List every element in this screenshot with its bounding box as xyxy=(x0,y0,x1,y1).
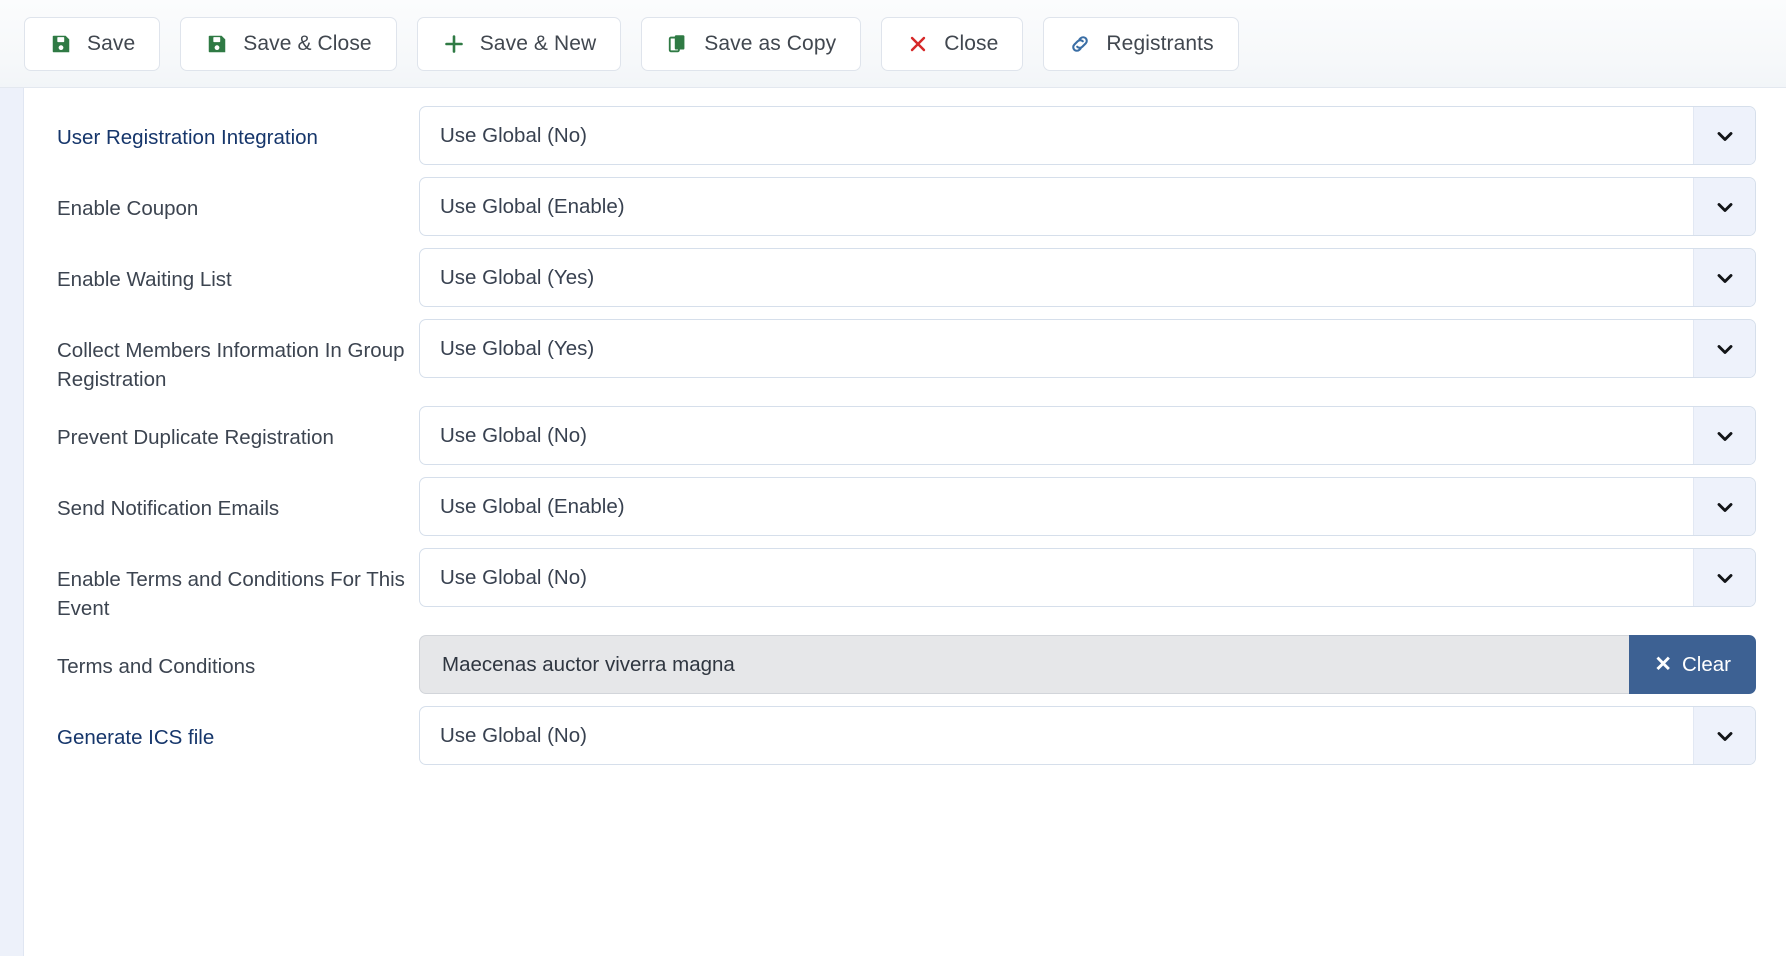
floppy-disk-icon xyxy=(205,32,229,56)
toolbar-button-save-as-copy[interactable]: Save as Copy xyxy=(641,16,862,71)
toolbar-button-save-new[interactable]: Save & New xyxy=(416,16,622,71)
readonly-input-terms-and-conditions[interactable]: Maecenas auctor viverra magna xyxy=(419,635,1630,694)
left-rail xyxy=(0,88,24,956)
chevron-down-icon[interactable] xyxy=(1693,107,1755,164)
select-collect-members-information-in-group-registration[interactable]: Use Global (Yes) xyxy=(419,319,1756,378)
select-user-registration-integration[interactable]: Use Global (No) xyxy=(419,106,1756,165)
select-enable-terms-and-conditions-for-this-event[interactable]: Use Global (No) xyxy=(419,548,1756,607)
editor-toolbar: Save Save & Close Save & New Save as Copy Cl… xyxy=(0,0,1786,88)
select-value: Use Global (No) xyxy=(440,123,587,147)
form-field-prevent-duplicate-registration: Use Global (No) xyxy=(419,406,1756,465)
chevron-down-icon[interactable] xyxy=(1693,707,1755,764)
form-label-terms-and-conditions: Terms and Conditions xyxy=(57,655,256,678)
form-field-terms-and-conditions: Maecenas auctor viverra magna ✕ Clear xyxy=(419,635,1756,694)
form-row-prevent-duplicate-registration: Prevent Duplicate Registration Use Global… xyxy=(57,406,1756,465)
chevron-down-icon[interactable] xyxy=(1693,249,1755,306)
toolbar-button-label: Save & New xyxy=(479,31,597,55)
form-label-collect-members-information-in-group-registration: Collect Members Information In Group Reg… xyxy=(57,339,405,391)
form-field-generate-ics-file: Use Global (No) xyxy=(419,706,1756,765)
form-field-enable-waiting-list: Use Global (Yes) xyxy=(419,248,1756,307)
form-row-enable-terms-and-conditions-for-this-event: Enable Terms and Conditions For This Eve… xyxy=(57,548,1756,623)
copy-icon xyxy=(666,32,690,56)
form-row-send-notification-emails: Send Notification Emails Use Global (Enab… xyxy=(57,477,1756,536)
toolbar-button-label: Close xyxy=(944,31,999,55)
form-row-enable-coupon: Enable Coupon Use Global (Enable) xyxy=(57,177,1756,236)
toolbar-button-label: Registrants xyxy=(1106,31,1214,55)
form-row-enable-waiting-list: Enable Waiting List Use Global (Yes) xyxy=(57,248,1756,307)
select-value: Use Global (Yes) xyxy=(440,265,595,289)
toolbar-button-label: Save & Close xyxy=(243,31,372,55)
close-x-icon: ✕ xyxy=(1654,653,1672,676)
clear-button[interactable]: ✕ Clear xyxy=(1629,635,1756,694)
select-value: Use Global (No) xyxy=(440,423,587,447)
chevron-down-icon[interactable] xyxy=(1693,549,1755,606)
chevron-down-icon[interactable] xyxy=(1693,178,1755,235)
readonly-input-group-terms-and-conditions: Maecenas auctor viverra magna ✕ Clear xyxy=(419,635,1756,694)
select-enable-coupon[interactable]: Use Global (Enable) xyxy=(419,177,1756,236)
form-row-terms-and-conditions: Terms and Conditions Maecenas auctor vive… xyxy=(57,635,1756,694)
form-body: User Registration Integration Use Global … xyxy=(0,88,1786,956)
form-row-user-registration-integration: User Registration Integration Use Global … xyxy=(57,106,1756,165)
form-label-prevent-duplicate-registration: Prevent Duplicate Registration xyxy=(57,426,334,449)
toolbar-button-label: Save xyxy=(87,31,136,55)
select-value: Use Global (Enable) xyxy=(440,494,625,518)
form-field-collect-members-information-in-group-registration: Use Global (Yes) xyxy=(419,319,1756,378)
plus-icon xyxy=(442,32,466,56)
select-value: Use Global (No) xyxy=(440,565,587,589)
select-prevent-duplicate-registration[interactable]: Use Global (No) xyxy=(419,406,1756,465)
chevron-down-icon[interactable] xyxy=(1693,407,1755,464)
form-label-enable-coupon: Enable Coupon xyxy=(57,197,199,220)
chevron-down-icon[interactable] xyxy=(1693,478,1755,535)
select-value: Use Global (Yes) xyxy=(440,336,595,360)
toolbar-button-label: Save as Copy xyxy=(704,31,837,55)
form-label-user-registration-integration[interactable]: User Registration Integration xyxy=(57,106,419,152)
link-chain-icon xyxy=(1068,32,1092,56)
form-label-send-notification-emails: Send Notification Emails xyxy=(57,497,280,520)
form-label-generate-ics-file[interactable]: Generate ICS file xyxy=(57,706,419,752)
chevron-down-icon[interactable] xyxy=(1693,320,1755,377)
clear-button-label: Clear xyxy=(1682,652,1731,676)
form-field-send-notification-emails: Use Global (Enable) xyxy=(419,477,1756,536)
form-label-enable-terms-and-conditions-for-this-event: Enable Terms and Conditions For This Eve… xyxy=(57,568,405,620)
form-field-enable-coupon: Use Global (Enable) xyxy=(419,177,1756,236)
form-field-enable-terms-and-conditions-for-this-event: Use Global (No) xyxy=(419,548,1756,607)
toolbar-button-save[interactable]: Save xyxy=(24,16,161,71)
select-value: Use Global (No) xyxy=(440,723,587,747)
form-label-enable-waiting-list: Enable Waiting List xyxy=(57,268,232,291)
select-send-notification-emails[interactable]: Use Global (Enable) xyxy=(419,477,1756,536)
toolbar-button-save-close[interactable]: Save & Close xyxy=(180,16,397,71)
floppy-disk-icon xyxy=(49,32,73,56)
form-row-generate-ics-file: Generate ICS file Use Global (No) xyxy=(57,706,1756,765)
select-value: Use Global (Enable) xyxy=(440,194,625,218)
toolbar-button-close[interactable]: Close xyxy=(881,16,1024,71)
close-x-icon xyxy=(906,32,930,56)
toolbar-button-registrants[interactable]: Registrants xyxy=(1043,16,1239,71)
select-enable-waiting-list[interactable]: Use Global (Yes) xyxy=(419,248,1756,307)
settings-form: User Registration Integration Use Global … xyxy=(24,88,1786,956)
select-generate-ics-file[interactable]: Use Global (No) xyxy=(419,706,1756,765)
form-field-user-registration-integration: Use Global (No) xyxy=(419,106,1756,165)
form-row-collect-members-information-in-group-registration: Collect Members Information In Group Reg… xyxy=(57,319,1756,394)
